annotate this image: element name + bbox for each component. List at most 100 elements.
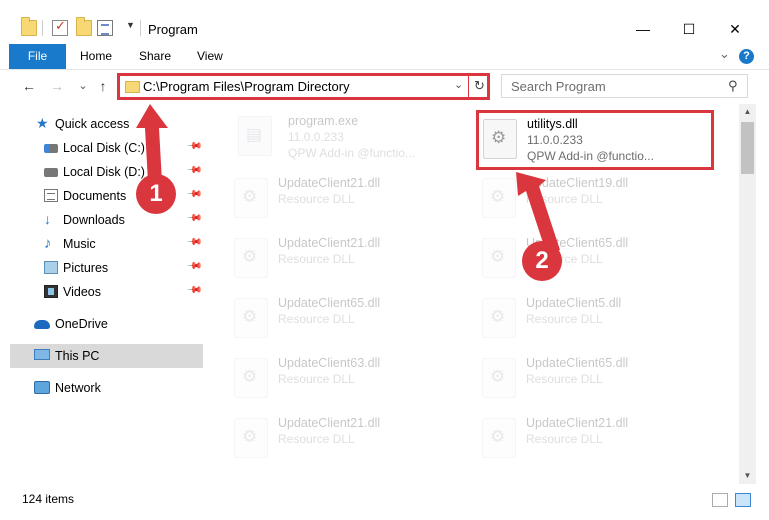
file-item[interactable]: UpdateClient21.dll Resource DLL [454, 410, 690, 468]
customize-toolbar-icon[interactable] [97, 20, 113, 36]
expand-ribbon-icon[interactable]: ⌄ [719, 46, 730, 62]
ribbon-tabs: File Home Share View ⌄ ? [0, 44, 769, 70]
dll-file-icon [234, 418, 268, 458]
drive-c-icon [44, 144, 58, 153]
search-input[interactable]: Search Program ⚲ [501, 74, 748, 98]
file-item-program-exe[interactable]: program.exe 11.0.0.233 QPW Add-in @funct… [216, 108, 452, 166]
dll-file-icon [482, 178, 516, 218]
file-name: UpdateClient21.dll [526, 416, 629, 430]
file-item[interactable]: UpdateClient21.dll Resource DLL [206, 410, 442, 468]
file-item[interactable]: UpdateClient19.dll Resource DLL [454, 170, 690, 228]
dll-file-icon [482, 238, 516, 278]
sidebar-item-quick-access[interactable]: ★ Quick access [0, 112, 203, 136]
sidebar-item-videos[interactable]: Videos 📌 [0, 280, 203, 304]
pin-icon[interactable]: 📌 [186, 282, 203, 299]
close-button[interactable]: ✕ [712, 14, 758, 44]
pin-icon[interactable]: 📌 [186, 162, 203, 179]
toolbar-separator [140, 20, 141, 36]
dll-file-icon [482, 298, 516, 338]
pin-icon[interactable]: 📌 [186, 258, 203, 275]
address-path[interactable]: C:\Program Files\Program Directory [143, 79, 350, 94]
refresh-button[interactable]: ↻ [468, 73, 490, 100]
file-item[interactable]: UpdateClient21.dll Resource DLL [206, 170, 442, 228]
status-bar: 124 items [0, 484, 769, 520]
folder-icon [125, 81, 140, 93]
music-icon: ♪ [44, 235, 52, 252]
file-type: Resource DLL [278, 192, 355, 206]
sidebar-item-label: Downloads [63, 213, 125, 227]
documents-icon [44, 189, 58, 202]
scrollbar-thumb[interactable] [741, 122, 754, 174]
file-name: UpdateClient63.dll [278, 356, 381, 370]
file-type: Resource DLL [278, 432, 355, 446]
pictures-icon [44, 261, 58, 274]
file-item[interactable]: UpdateClient63.dll Resource DLL [206, 350, 442, 408]
dll-file-icon [234, 298, 268, 338]
help-icon[interactable]: ? [739, 49, 754, 64]
file-item[interactable]: UpdateClient21.dll Resource DLL [206, 230, 442, 288]
up-button[interactable]: ↑ [94, 77, 112, 95]
file-item[interactable]: UpdateClient65.dll Resource DLL [206, 290, 442, 348]
large-icons-view-icon[interactable] [735, 493, 751, 507]
sidebar-item-label: Quick access [55, 117, 130, 131]
file-type: Resource DLL [278, 252, 355, 266]
vertical-scrollbar[interactable]: ▲ ▼ [739, 104, 756, 484]
file-name: program.exe [288, 114, 359, 128]
file-name: UpdateClient65.dll [526, 356, 629, 370]
back-button[interactable]: ← [20, 77, 38, 95]
file-version: 11.0.0.233 [288, 130, 344, 144]
sidebar-item-label: Local Disk (C:) [63, 141, 145, 155]
sidebar-item-downloads[interactable]: ↓ Downloads 📌 [0, 208, 203, 232]
address-bar[interactable]: C:\Program Files\Program Directory ⌄ ↻ [117, 73, 490, 100]
details-view-icon[interactable] [712, 493, 728, 507]
pin-icon[interactable]: 📌 [186, 186, 203, 203]
forward-button[interactable]: → [48, 77, 66, 95]
sidebar-item-label: Documents [63, 189, 127, 203]
file-type: Resource DLL [526, 432, 603, 446]
title-bar: ▼ Program — ☐ ✕ [0, 0, 769, 44]
minimize-button[interactable]: — [620, 14, 666, 44]
scroll-down-icon[interactable]: ▼ [739, 468, 756, 484]
file-item[interactable]: UpdateClient65.dll Resource DLL [454, 350, 690, 408]
sidebar-item-local-disk-c[interactable]: Local Disk (C:) 📌 [0, 136, 203, 160]
sidebar-item-pictures[interactable]: Pictures 📌 [0, 256, 203, 280]
new-folder-icon[interactable] [76, 17, 92, 36]
dll-file-icon [234, 238, 268, 278]
maximize-button[interactable]: ☐ [666, 14, 712, 44]
sidebar-item-music[interactable]: ♪ Music 📌 [0, 232, 203, 256]
tab-view[interactable]: View [197, 44, 223, 69]
tab-file[interactable]: File [9, 44, 66, 69]
tab-share[interactable]: Share [139, 44, 171, 69]
search-icon[interactable]: ⚲ [728, 78, 738, 94]
file-type: Resource DLL [526, 312, 603, 326]
file-type: Resource DLL [526, 192, 603, 206]
file-version: 11.0.0.233 [527, 133, 583, 147]
recent-locations-button[interactable]: ⌄ [74, 77, 92, 95]
file-item[interactable]: UpdateClient65.dll Resource DLL [454, 230, 690, 288]
sidebar-item-label: Pictures [63, 261, 109, 275]
address-dropdown-icon[interactable]: ⌄ [454, 78, 463, 91]
this-pc-icon [34, 349, 50, 360]
sidebar-item-local-disk-d[interactable]: Local Disk (D:) 📌 [0, 160, 203, 184]
sidebar-item-network[interactable]: Network [0, 376, 203, 400]
file-item[interactable]: UpdateClient5.dll Resource DLL [454, 290, 690, 348]
scroll-up-icon[interactable]: ▲ [739, 104, 756, 120]
sidebar-item-label: Network [55, 381, 101, 395]
folder-icon[interactable] [21, 17, 37, 36]
item-count: 124 items [22, 492, 75, 506]
properties-checkmark-icon[interactable] [52, 18, 68, 36]
sidebar-item-label: OneDrive [55, 317, 108, 331]
tab-home[interactable]: Home [80, 44, 112, 69]
sidebar-item-this-pc[interactable]: This PC [10, 344, 203, 368]
file-list: program.exe 11.0.0.233 QPW Add-in @funct… [206, 104, 739, 484]
dll-file-icon [482, 418, 516, 458]
videos-icon [44, 285, 58, 298]
sidebar-item-onedrive[interactable]: OneDrive [0, 312, 203, 336]
file-name: utilitys.dll [527, 117, 578, 131]
pin-icon[interactable]: 📌 [186, 138, 203, 155]
file-item-utilitys-dll[interactable]: utilitys.dll 11.0.0.233 QPW Add-in @func… [476, 110, 714, 170]
chevron-down-icon[interactable]: ▼ [126, 20, 135, 30]
pin-icon[interactable]: 📌 [186, 210, 203, 227]
file-name: UpdateClient5.dll [526, 296, 622, 310]
pin-icon[interactable]: 📌 [186, 234, 203, 251]
